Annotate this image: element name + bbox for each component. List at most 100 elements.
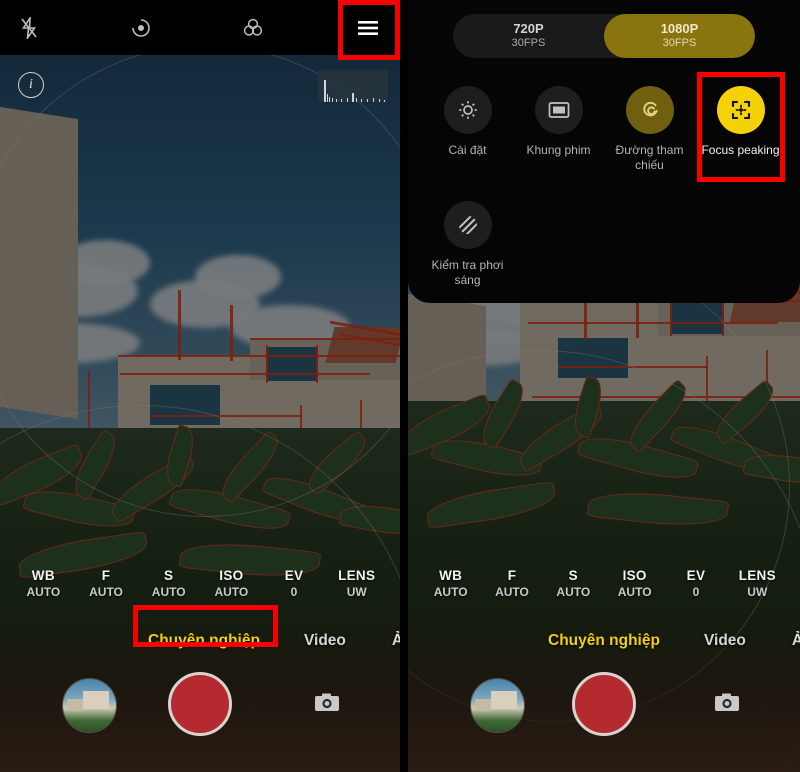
pro-value: UW: [346, 585, 367, 599]
pro-value: AUTO: [433, 585, 468, 599]
pro-key: LENS: [738, 568, 776, 584]
filters-icon[interactable]: [224, 0, 282, 55]
peak-edge: [558, 366, 708, 368]
window: [150, 385, 220, 425]
window: [558, 338, 628, 378]
resolution-title: 720P: [513, 21, 544, 37]
pro-value: AUTO: [495, 585, 529, 599]
pro-key: LENS: [338, 568, 376, 584]
pro-value: AUTO: [89, 585, 123, 599]
pro-control-s[interactable]: S AUTO: [137, 568, 200, 600]
pro-key: ISO: [219, 568, 244, 584]
mode-selector-left: Chuyên nghiệp Video Ảnh: [0, 632, 400, 650]
pro-control-ev[interactable]: EV 0: [263, 568, 326, 600]
settings-options-grid: Cài đặt Khung phim Đường tham chiếu Focu…: [408, 78, 800, 308]
wall-left: [0, 106, 78, 420]
camera-switch-icon[interactable]: [712, 690, 742, 714]
capture-bar-right: [408, 660, 800, 772]
histogram-widget: [318, 70, 388, 102]
pro-key: ISO: [622, 568, 647, 584]
resolution-1080p[interactable]: 1080P 30FPS: [604, 14, 755, 58]
screenshot-root: i WB AUTO F AUTO S AUTO ISO AUTO EV 0 LE…: [0, 0, 800, 772]
pro-control-f[interactable]: F AUTO: [481, 568, 542, 600]
pro-value: UW: [747, 585, 768, 599]
pro-control-ev[interactable]: EV 0: [665, 568, 726, 600]
pro-key: EV: [284, 568, 304, 584]
resolution-title: 1080P: [660, 21, 699, 37]
pro-key: WB: [31, 568, 55, 584]
info-icon[interactable]: i: [18, 72, 44, 98]
top-toolbar-left: [0, 0, 400, 55]
resolution-toggle: 720P 30FPS 1080P 30FPS: [453, 14, 755, 58]
option-focus-peaking[interactable]: Focus peaking: [695, 78, 786, 193]
pro-key: F: [101, 568, 111, 584]
option-kiem-tra-phoi-sang[interactable]: Kiểm tra phơi sáng: [422, 193, 513, 308]
record-button[interactable]: [168, 672, 232, 736]
mode-video[interactable]: Video: [304, 632, 346, 650]
resolution-720p[interactable]: 720P 30FPS: [453, 14, 604, 58]
menu-icon[interactable]: [336, 0, 400, 55]
pro-key: F: [507, 568, 517, 584]
cloud: [195, 255, 281, 299]
exposure-check-icon: [443, 201, 492, 249]
pro-value: 0: [290, 585, 298, 599]
peak-edge: [150, 415, 300, 417]
option-label: Đường tham chiếu: [615, 143, 684, 172]
pro-controls-right: WB AUTO F AUTO S AUTO ISO AUTO EV 0 LENS…: [408, 568, 800, 600]
resolution-fps: 30FPS: [662, 37, 697, 50]
flash-off-icon[interactable]: [0, 0, 58, 55]
pro-control-lens[interactable]: LENS UW: [325, 568, 388, 600]
pro-value: AUTO: [151, 585, 186, 599]
pro-control-iso[interactable]: ISO AUTO: [200, 568, 263, 600]
reference-line-icon: [625, 86, 674, 134]
peak-antenna: [230, 305, 233, 361]
gear-icon: [443, 86, 492, 134]
mode-selector-right: Chuyên nghiệp Video Ảnh: [408, 632, 800, 650]
peak-edge: [528, 322, 778, 324]
pro-value: AUTO: [556, 585, 591, 599]
record-button[interactable]: [572, 672, 636, 736]
gallery-thumbnail[interactable]: [470, 678, 525, 733]
camera-switch-icon[interactable]: [312, 690, 342, 714]
resolution-fps: 30FPS: [511, 37, 546, 50]
mode-chuyen-nghiep[interactable]: Chuyên nghiệp: [548, 632, 660, 650]
pro-control-wb[interactable]: WB AUTO: [420, 568, 481, 600]
left-phone-screen: i WB AUTO F AUTO S AUTO ISO AUTO EV 0 LE…: [0, 0, 400, 772]
pro-control-lens[interactable]: LENS UW: [727, 568, 788, 600]
pro-value: AUTO: [214, 585, 249, 599]
option-label: Kiểm tra phơi sáng: [431, 258, 504, 287]
pro-control-s[interactable]: S AUTO: [543, 568, 604, 600]
pro-key: S: [164, 568, 174, 584]
pro-key: EV: [686, 568, 706, 584]
pro-value: AUTO: [617, 585, 652, 599]
option-cai-dat[interactable]: Cài đặt: [422, 78, 513, 193]
mode-video[interactable]: Video: [704, 632, 746, 650]
gallery-thumbnail[interactable]: [62, 678, 117, 733]
peak-edge: [120, 373, 370, 375]
option-label: Khung phim: [526, 143, 591, 157]
option-khung-phim[interactable]: Khung phim: [513, 78, 604, 193]
peak-edge: [266, 345, 268, 383]
option-label: Cài đặt: [448, 143, 487, 157]
pro-control-f[interactable]: F AUTO: [75, 568, 138, 600]
window: [266, 347, 318, 381]
capture-bar-left: [0, 660, 400, 772]
film-frame-icon: [534, 86, 583, 134]
focus-peaking-icon: [716, 86, 765, 134]
pro-controls-left: WB AUTO F AUTO S AUTO ISO AUTO EV 0 LENS…: [0, 568, 400, 600]
option-label: Focus peaking: [701, 143, 780, 157]
peak-edge: [118, 355, 400, 357]
pro-control-wb[interactable]: WB AUTO: [12, 568, 75, 600]
right-phone-screen: 720P 30FPS 1080P 30FPS Cài đặt Khung phi…: [408, 0, 800, 772]
pro-key: S: [568, 568, 578, 584]
mode-anh[interactable]: Ảnh: [792, 632, 800, 650]
option-duong-tham-chieu[interactable]: Đường tham chiếu: [604, 78, 695, 193]
pro-value: 0: [692, 585, 700, 599]
pro-value: AUTO: [26, 585, 61, 599]
pro-control-iso[interactable]: ISO AUTO: [604, 568, 665, 600]
mode-chuyen-nghiep[interactable]: Chuyên nghiệp: [148, 632, 260, 650]
settings-sheet: 720P 30FPS 1080P 30FPS Cài đặt Khung phi…: [408, 0, 800, 303]
focus-icon[interactable]: [112, 0, 170, 55]
pro-key: WB: [439, 568, 463, 584]
mode-anh[interactable]: Ảnh: [392, 632, 400, 650]
